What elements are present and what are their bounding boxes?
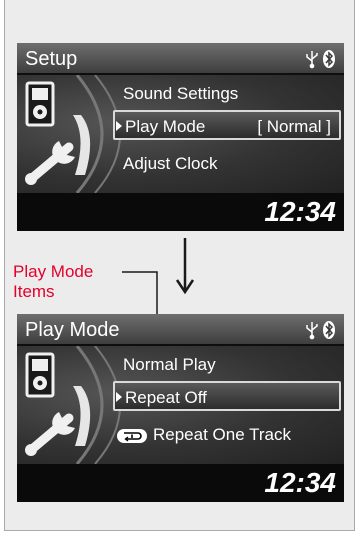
bluetooth-icon — [323, 50, 335, 68]
bluetooth-icon — [323, 321, 335, 339]
clock-display: 12:34 — [264, 196, 336, 227]
play-mode-screen: Play Mode Normal Play Repeat Off Repeat … — [17, 314, 344, 502]
menu-item-label: Sound Settings — [123, 84, 239, 103]
scroll-indicator — [73, 386, 91, 446]
menu-item-adjust-clock[interactable]: Adjust Clock — [123, 149, 338, 179]
menu-item-label: Play Mode — [125, 117, 206, 136]
setup-screen: Setup Sound Settings Play Mode [Normal … — [17, 43, 344, 231]
callout-line-2: Items — [13, 282, 55, 301]
title-bar: Play Mode — [17, 314, 344, 344]
menu-item-value: [ Normal ] — [257, 117, 331, 136]
menu-item-normal-play[interactable]: Normal Play — [123, 350, 338, 380]
repeat-one-icon — [117, 428, 147, 443]
callout-line-1: Play Mode — [13, 262, 94, 281]
screen-title: Setup — [25, 48, 78, 70]
menu-item-label: Repeat One Track — [153, 425, 291, 444]
settings-illustration — [25, 346, 121, 464]
clock-bar: 12:34 — [17, 193, 344, 231]
menu-item-play-mode[interactable]: Play Mode [ Normal ] — [113, 110, 341, 140]
menu-item-repeat-off[interactable]: Repeat Off — [113, 381, 341, 411]
clock-display: 12:34 — [264, 467, 336, 498]
settings-illustration — [25, 75, 121, 193]
down-arrow-icon — [175, 238, 195, 295]
menu-area: Sound Settings Play Mode [ Normal ] Adju… — [17, 75, 344, 193]
menu-item-repeat-one-track[interactable]: Repeat One Track — [117, 420, 332, 450]
scroll-indicator — [73, 115, 91, 175]
ipod-icon — [25, 81, 55, 127]
status-icons — [304, 319, 338, 340]
manual-page: Setup Sound Settings Play Mode [Normal … — [4, 0, 355, 531]
usb-icon — [306, 51, 318, 69]
screen-title: Play Mode — [25, 319, 120, 341]
menu-area: Normal Play Repeat Off Repeat One Track — [17, 346, 344, 464]
title-bar: Setup — [17, 43, 344, 73]
wrench-icon — [25, 412, 75, 456]
menu-item-label: Normal Play — [123, 355, 216, 374]
menu-item-sound-settings[interactable]: Sound Settings — [123, 79, 338, 109]
wrench-icon — [25, 141, 75, 185]
menu-item-label: Adjust Clock — [123, 154, 218, 173]
ipod-icon — [25, 352, 55, 398]
usb-icon — [306, 322, 318, 340]
clock-bar: 12:34 — [17, 464, 344, 502]
menu-item-label: Repeat Off — [125, 388, 207, 407]
callout-label: Play Mode Items — [13, 262, 93, 302]
status-icons — [304, 48, 338, 69]
